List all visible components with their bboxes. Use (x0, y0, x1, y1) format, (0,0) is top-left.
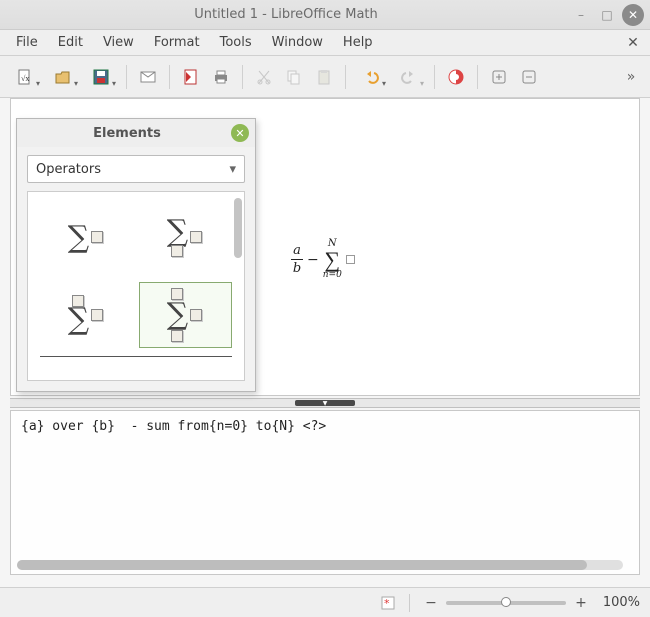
toolbar-overflow-button[interactable]: » (620, 69, 642, 85)
menubar: File Edit View Format Tools Window Help … (0, 30, 650, 56)
new-doc-icon: √x (16, 68, 34, 86)
pdf-button[interactable] (178, 64, 204, 90)
zoom-out-icon (520, 68, 538, 86)
modified-indicator-icon[interactable]: * (381, 596, 395, 610)
menu-edit[interactable]: Edit (48, 32, 93, 53)
elements-panel-title: Elements (23, 126, 231, 141)
open-button[interactable] (46, 64, 80, 90)
zoom-percent-label[interactable]: 100% (600, 595, 640, 610)
window-title: Untitled 1 - LibreOffice Math (6, 7, 566, 22)
placeholder-icon (346, 255, 355, 264)
elements-category-select[interactable]: Operators (27, 155, 245, 183)
palette-divider (40, 356, 232, 357)
redo-button[interactable] (392, 64, 426, 90)
operator-sum-to[interactable]: ∑ (40, 282, 133, 348)
elements-category-value: Operators (36, 162, 101, 177)
menu-file[interactable]: File (6, 32, 48, 53)
sum-lower-limit: n=0 (323, 271, 342, 280)
email-button[interactable] (135, 64, 161, 90)
paste-icon (315, 68, 333, 86)
svg-text:*: * (384, 597, 390, 610)
fraction-numerator: a (293, 244, 301, 257)
elements-palette: ∑ ∑ ∑ (27, 191, 245, 381)
email-icon (139, 68, 157, 86)
menu-format[interactable]: Format (144, 32, 210, 53)
toolbar: √x » (0, 56, 650, 98)
print-icon (212, 68, 230, 86)
copy-button[interactable] (281, 64, 307, 90)
elements-panel[interactable]: Elements ✕ Operators ∑ ∑ (16, 118, 256, 392)
paste-button[interactable] (311, 64, 337, 90)
fraction-denominator: b (293, 262, 301, 275)
print-button[interactable] (208, 64, 234, 90)
save-button[interactable] (84, 64, 118, 90)
splitter-handle[interactable]: ▼ (10, 398, 640, 408)
menu-view[interactable]: View (93, 32, 144, 53)
palette-scrollbar[interactable] (234, 198, 242, 258)
zoom-slider[interactable] (446, 601, 566, 605)
undo-button[interactable] (354, 64, 388, 90)
close-window-button[interactable]: ✕ (622, 4, 644, 26)
copy-icon (285, 68, 303, 86)
zoom-slider-knob[interactable] (501, 597, 511, 607)
zoom-minus-button[interactable]: − (424, 595, 438, 611)
new-doc-button[interactable]: √x (8, 64, 42, 90)
close-document-button[interactable]: ✕ (622, 33, 644, 53)
horizontal-scrollbar[interactable] (17, 560, 623, 570)
minimize-button[interactable]: – (570, 4, 592, 26)
sigma-icon: ∑ (324, 249, 340, 271)
command-text[interactable]: {a} over {b} - sum from{n=0} to{N} <?> (11, 411, 639, 442)
svg-text:√x: √x (21, 74, 29, 83)
undo-icon (362, 68, 380, 86)
save-icon (92, 68, 110, 86)
pdf-icon (182, 68, 200, 86)
operator-sum[interactable]: ∑ (40, 204, 133, 270)
command-editor[interactable]: {a} over {b} - sum from{n=0} to{N} <?> (10, 410, 640, 575)
redo-icon (400, 68, 418, 86)
zoom-plus-button[interactable]: + (574, 595, 588, 611)
open-icon (54, 68, 72, 86)
cut-icon (255, 68, 273, 86)
help-button[interactable] (443, 64, 469, 90)
statusbar: * − + 100% (0, 587, 650, 617)
operator-sum-from-to[interactable]: ∑ (139, 282, 232, 348)
maximize-button[interactable]: □ (596, 4, 618, 26)
elements-panel-close-button[interactable]: ✕ (231, 124, 249, 142)
menu-window[interactable]: Window (262, 32, 333, 53)
elements-panel-header[interactable]: Elements ✕ (17, 119, 255, 147)
titlebar: Untitled 1 - LibreOffice Math – □ ✕ (0, 0, 650, 30)
zoom-out-button[interactable] (516, 64, 542, 90)
rendered-formula: a b − N ∑ n=0 (291, 239, 355, 280)
zoom-in-icon (490, 68, 508, 86)
menu-tools[interactable]: Tools (210, 32, 262, 53)
cut-button[interactable] (251, 64, 277, 90)
zoom-in-button[interactable] (486, 64, 512, 90)
help-icon (447, 68, 465, 86)
operator-sum-from[interactable]: ∑ (139, 204, 232, 270)
menu-help[interactable]: Help (333, 32, 383, 53)
